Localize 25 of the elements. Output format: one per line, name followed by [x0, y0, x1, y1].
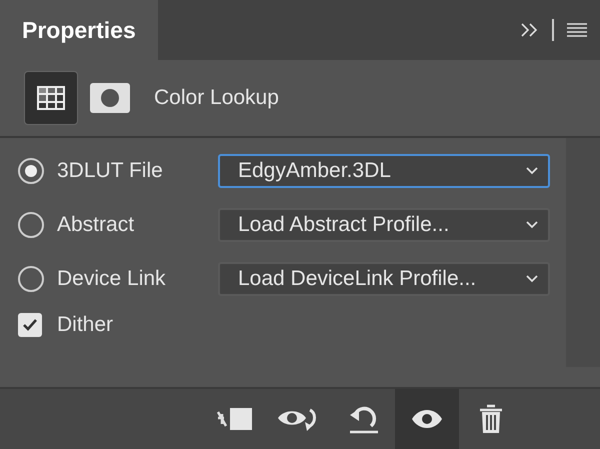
profile-dropdown[interactable]: Load Abstract Profile...	[218, 208, 550, 242]
option-label: Abstract	[57, 212, 136, 238]
panel-title: Color Lookup	[154, 85, 279, 112]
radio-button[interactable]	[18, 266, 44, 292]
grid-icon	[36, 85, 66, 111]
adjustment-tab[interactable]	[24, 71, 78, 125]
mask-icon	[90, 83, 130, 113]
option-label: Device Link	[57, 266, 167, 292]
menu-icon[interactable]	[566, 22, 588, 38]
radio-button[interactable]	[18, 158, 44, 184]
chevron-down-icon	[526, 275, 538, 283]
eye-icon	[411, 408, 443, 430]
panel-tab[interactable]: Properties	[0, 0, 158, 60]
chevron-down-icon	[526, 221, 538, 229]
option-label: 3DLUT File	[57, 158, 164, 184]
profile-dropdown[interactable]: EdgyAmber.3DL	[218, 154, 550, 188]
checkbox-label: Dither	[57, 312, 114, 338]
trash-icon	[478, 403, 504, 435]
radio-button[interactable]	[18, 212, 44, 238]
checkmark-icon	[22, 318, 38, 332]
collapse-icon[interactable]	[520, 22, 540, 38]
chevron-down-icon	[526, 167, 538, 175]
checkbox[interactable]	[18, 313, 42, 337]
eye-button[interactable]	[395, 389, 459, 449]
profile-dropdown[interactable]: Load DeviceLink Profile...	[218, 262, 550, 296]
